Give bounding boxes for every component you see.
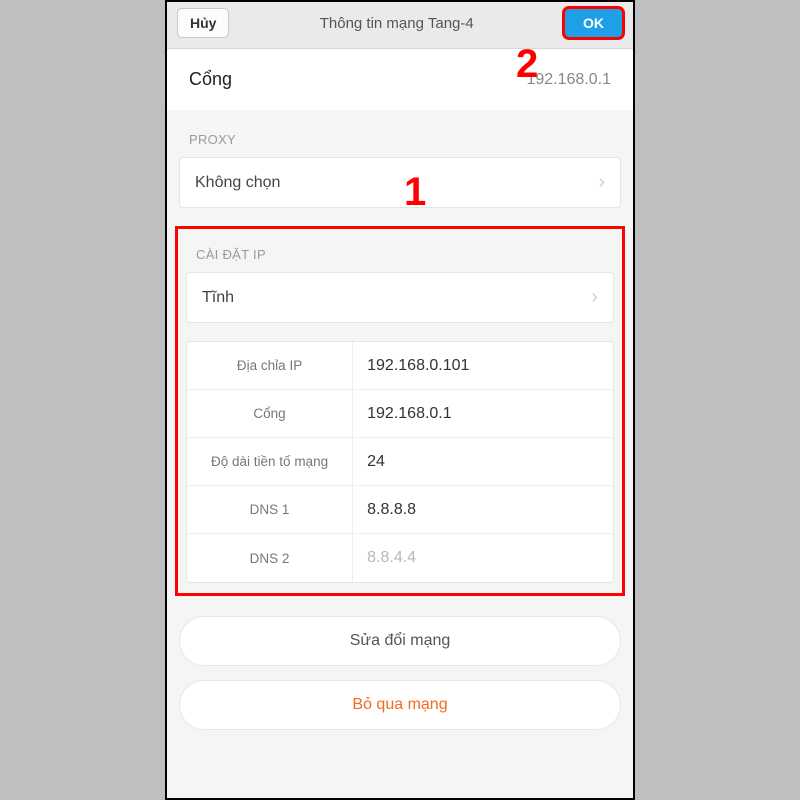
prefix-length-value[interactable]: 24 <box>353 438 613 485</box>
table-row[interactable]: DNS 2 8.8.4.4 <box>187 534 613 582</box>
ip-mode-value: Tĩnh <box>202 289 234 307</box>
dns1-value[interactable]: 8.8.8.8 <box>353 486 613 533</box>
annotation-2: 2 <box>516 42 538 87</box>
ip-fields-table: Địa chỉa IP 192.168.0.101 Cổng 192.168.0… <box>186 341 614 583</box>
chevron-right-icon: › <box>591 286 598 309</box>
ip-gateway-value[interactable]: 192.168.0.1 <box>353 390 613 437</box>
table-row[interactable]: Cổng 192.168.0.1 <box>187 390 613 438</box>
prefix-length-label: Độ dài tiền tố mạng <box>187 438 353 485</box>
content-background: Hủy Thông tin mạng Tang-4 OK Cổng 192.16… <box>167 2 633 798</box>
cancel-button[interactable]: Hủy <box>177 8 229 38</box>
page-title: Thông tin mạng Tang-4 <box>229 15 564 32</box>
chevron-right-icon: › <box>598 171 605 194</box>
table-row[interactable]: Địa chỉa IP 192.168.0.101 <box>187 342 613 390</box>
header-bar: Hủy Thông tin mạng Tang-4 OK <box>167 2 633 49</box>
dns2-label: DNS 2 <box>187 534 353 582</box>
annotation-1: 1 <box>404 170 426 215</box>
proxy-selector[interactable]: Không chọn › <box>179 157 621 208</box>
ip-settings-block: CÀI ĐẶT IP Tĩnh › Địa chỉa IP 192.168.0.… <box>175 226 625 596</box>
forget-network-button[interactable]: Bỏ qua mạng <box>179 680 621 730</box>
ip-address-value[interactable]: 192.168.0.101 <box>353 342 613 389</box>
dns2-value[interactable]: 8.8.4.4 <box>353 534 613 582</box>
phone-screen: Hủy Thông tin mạng Tang-4 OK Cổng 192.16… <box>165 0 635 800</box>
proxy-selected-value: Không chọn <box>195 174 280 192</box>
dns1-label: DNS 1 <box>187 486 353 533</box>
proxy-section-label: PROXY <box>167 110 633 157</box>
table-row[interactable]: DNS 1 8.8.8.8 <box>187 486 613 534</box>
ip-gateway-label: Cổng <box>187 390 353 437</box>
modify-network-button[interactable]: Sửa đổi mạng <box>179 616 621 666</box>
ip-mode-selector[interactable]: Tĩnh › <box>186 272 614 323</box>
ip-address-label: Địa chỉa IP <box>187 342 353 389</box>
gateway-row: Cổng 192.168.0.1 <box>167 49 633 110</box>
ip-settings-section-label: CÀI ĐẶT IP <box>180 237 620 272</box>
gateway-value: 192.168.0.1 <box>526 71 611 89</box>
table-row[interactable]: Độ dài tiền tố mạng 24 <box>187 438 613 486</box>
gateway-label: Cổng <box>189 69 232 90</box>
ok-button[interactable]: OK <box>564 8 623 38</box>
